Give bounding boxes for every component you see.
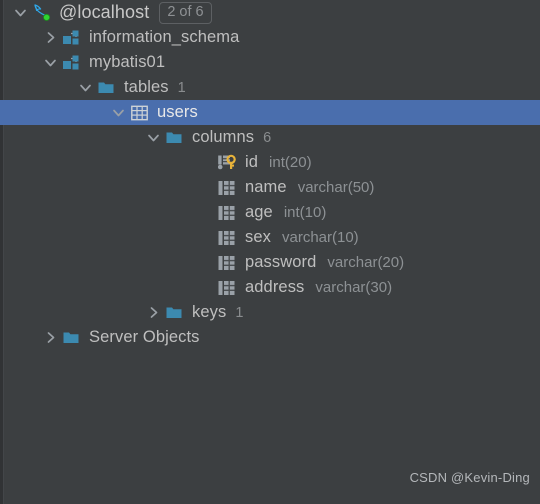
tree-node-label: information_schema (89, 28, 240, 46)
tree-node-label: tables (124, 78, 169, 96)
tree-node-keys[interactable]: keys 1 (0, 300, 540, 325)
schema-icon (60, 25, 82, 50)
tree-node-mybatis01[interactable]: mybatis01 (0, 50, 540, 75)
indent-spacer (0, 337, 40, 338)
tree-node-column-sex[interactable]: sex varchar(10) (0, 225, 540, 250)
tree-node-information-schema[interactable]: information_schema (0, 25, 540, 50)
tree-node-localhost[interactable]: @localhost 2 of 6 (0, 0, 540, 25)
tree-node-label: Server Objects (89, 328, 200, 346)
tree-node-label: sex (245, 228, 271, 246)
chevron-right-icon[interactable] (40, 25, 60, 50)
chevron-right-icon[interactable] (143, 300, 163, 325)
folder-icon (95, 75, 117, 100)
tree-node-users[interactable]: users (0, 100, 540, 125)
watermark-text: CSDN @Kevin-Ding (409, 470, 530, 485)
tree-node-datatype: varchar(20) (327, 254, 405, 271)
tree-node-count: 1 (235, 304, 244, 321)
twisty-placeholder (196, 200, 216, 225)
tree-node-datatype: varchar(30) (315, 279, 393, 296)
twisty-placeholder (196, 150, 216, 175)
column-icon (216, 250, 238, 275)
chevron-down-icon[interactable] (10, 0, 30, 25)
chevron-down-icon[interactable] (75, 75, 95, 100)
chevron-down-icon[interactable] (108, 100, 128, 125)
folder-icon (60, 325, 82, 350)
column-icon (216, 200, 238, 225)
tree-node-label: columns (192, 128, 255, 146)
tree-node-datatype: varchar(10) (281, 229, 359, 246)
schema-icon (60, 50, 82, 75)
indent-spacer (0, 262, 196, 263)
tree-node-label: id (245, 153, 259, 171)
indent-spacer (0, 162, 196, 163)
tree-node-label: @localhost (59, 2, 150, 22)
primary-key-column-icon (216, 150, 238, 175)
twisty-placeholder (196, 275, 216, 300)
tree-node-column-address[interactable]: address varchar(30) (0, 275, 540, 300)
twisty-placeholder (196, 175, 216, 200)
tree-node-label: age (245, 203, 273, 221)
indent-spacer (0, 187, 196, 188)
tree-node-label: password (245, 253, 317, 271)
tree-node-label: users (157, 103, 198, 121)
tree-node-label: keys (192, 303, 227, 321)
chevron-right-icon[interactable] (40, 325, 60, 350)
column-icon (216, 225, 238, 250)
tree-node-datatype: int(20) (269, 154, 312, 171)
indent-spacer (0, 112, 108, 113)
tree-row-list: @localhost 2 of 6 information_schemamybati… (0, 0, 540, 350)
chevron-down-icon[interactable] (40, 50, 60, 75)
tree-node-count: 6 (263, 129, 272, 146)
tree-node-label: mybatis01 (89, 53, 166, 71)
tree-node-column-id[interactable]: id int(20) (0, 150, 540, 175)
tree-node-column-age[interactable]: age int(10) (0, 200, 540, 225)
tree-node-count: 1 (177, 79, 186, 96)
indent-spacer (0, 287, 196, 288)
indent-spacer (0, 12, 10, 13)
tree-node-columns[interactable]: columns 6 (0, 125, 540, 150)
twisty-placeholder (196, 250, 216, 275)
indent-spacer (0, 237, 196, 238)
folder-icon (163, 125, 185, 150)
tree-node-server-objects[interactable]: Server Objects (0, 325, 540, 350)
tree-node-datatype: varchar(50) (297, 179, 375, 196)
tree-node-column-name[interactable]: name varchar(50) (0, 175, 540, 200)
indent-spacer (0, 87, 75, 88)
mysql-dolphin-icon (30, 0, 52, 25)
schema-count-badge[interactable]: 2 of 6 (159, 1, 212, 24)
indent-spacer (0, 62, 40, 63)
tree-node-label: name (245, 178, 287, 196)
tree-node-label: address (245, 278, 305, 296)
column-icon (216, 175, 238, 200)
tree-node-column-password[interactable]: password varchar(20) (0, 250, 540, 275)
indent-spacer (0, 212, 196, 213)
tree-node-tables[interactable]: tables 1 (0, 75, 540, 100)
column-icon (216, 275, 238, 300)
tree-node-datatype: int(10) (283, 204, 327, 221)
table-icon (128, 100, 150, 125)
database-tree-panel: @localhost 2 of 6 information_schemamybati… (0, 0, 540, 504)
indent-spacer (0, 312, 143, 313)
indent-spacer (0, 37, 40, 38)
twisty-placeholder (196, 225, 216, 250)
indent-spacer (0, 137, 143, 138)
folder-icon (163, 300, 185, 325)
chevron-down-icon[interactable] (143, 125, 163, 150)
